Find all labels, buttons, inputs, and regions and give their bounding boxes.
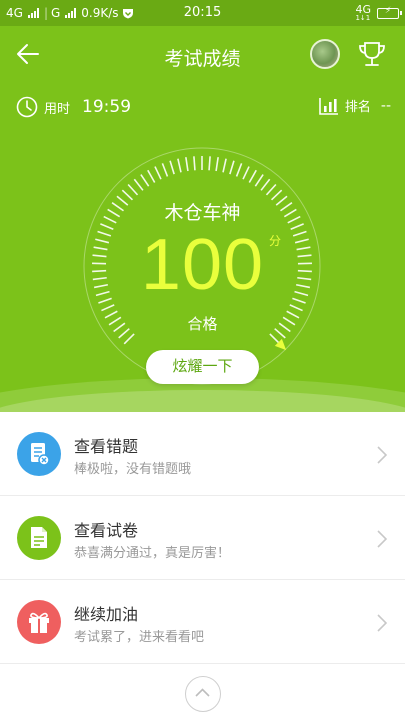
gauge-tick (242, 166, 250, 180)
gauge-tick (229, 160, 235, 175)
list-item-title: 继续加油 (74, 605, 139, 624)
list-item-keep-going[interactable]: 继续加油 考试累了，进来看看吧 (0, 580, 405, 664)
list-item-subtitle: 恭喜满分通过，真是厉害！ (74, 546, 231, 561)
bar-chart-icon (319, 97, 338, 115)
scroll-up-button[interactable] (185, 676, 221, 712)
gauge-tick (127, 183, 139, 196)
time-used: 用时 19:59 (16, 96, 131, 118)
gauge-tick (193, 156, 196, 171)
action-list: 查看错题 棒极啦，没有错题哦 查看试卷 恭喜满分通过，真是厉害！ 继续加油 考试… (0, 412, 405, 664)
result-hero: 考试成绩 用时 19:59 排名 -- 木仓车神 100 分 合格 炫耀一下 (0, 26, 405, 412)
list-item-wrong-questions[interactable]: 查看错题 棒极啦，没有错题哦 (0, 412, 405, 496)
list-item-subtitle: 考试累了，进来看看吧 (74, 630, 205, 645)
wrong-questions-icon (17, 432, 61, 476)
list-item-exam-paper[interactable]: 查看试卷 恭喜满分通过，真是厉害！ (0, 496, 405, 580)
gauge-tick (169, 160, 175, 175)
gauge-tick (235, 163, 243, 177)
gauge-tick (177, 158, 182, 173)
chevron-up-icon (195, 688, 210, 697)
gauge-tick (269, 333, 281, 345)
status-time: 20:15 (183, 5, 222, 20)
gauge-tick (215, 157, 219, 172)
gauge-tick (154, 166, 162, 180)
rank-value: -- (380, 97, 391, 114)
score-unit: 分 (269, 234, 282, 248)
gauge-tick (123, 333, 135, 345)
gauge-tick (140, 174, 150, 187)
time-label: 用时 (44, 101, 71, 117)
score-value: 100 (140, 225, 265, 305)
gift-icon (17, 600, 61, 644)
status-right: 4G 1↓1 ⚡ (355, 4, 402, 22)
chevron-right-icon (377, 446, 387, 464)
exam-paper-icon (17, 516, 61, 560)
chevron-right-icon (377, 614, 387, 632)
rank-label: 排名 (344, 100, 371, 115)
chevron-right-icon (377, 530, 387, 548)
gauge-tick (185, 157, 189, 172)
list-item-subtitle: 棒极啦，没有错题哦 (74, 462, 192, 477)
gauge-tick (248, 169, 257, 183)
list-item-title: 查看错题 (74, 437, 139, 456)
battery-icon: ⚡ (377, 6, 402, 19)
share-button[interactable]: 炫耀一下 (146, 350, 259, 384)
time-value: 19:59 (82, 97, 132, 117)
pass-status: 合格 (187, 315, 218, 333)
trophy-icon[interactable] (356, 38, 388, 70)
clock-icon (16, 96, 38, 118)
avatar[interactable] (310, 39, 340, 69)
right-network-sub: 1↓1 (355, 14, 371, 22)
gauge-tick (260, 178, 271, 191)
gauge-tick (265, 183, 277, 196)
gauge-tick (147, 169, 156, 183)
username: 木仓车神 (164, 202, 241, 224)
page-title: 考试成绩 (164, 48, 241, 70)
list-item-title: 查看试卷 (74, 521, 139, 540)
gauge-tick (254, 174, 264, 187)
ranking: 排名 -- (319, 96, 391, 115)
status-bar: 4G | G 0.9K/s 20:15 4G 1↓1 ⚡ (0, 0, 405, 26)
gauge-tick (161, 163, 169, 177)
gauge-tick (222, 158, 227, 173)
gauge-tick (208, 156, 211, 171)
gauge-tick (133, 178, 144, 191)
